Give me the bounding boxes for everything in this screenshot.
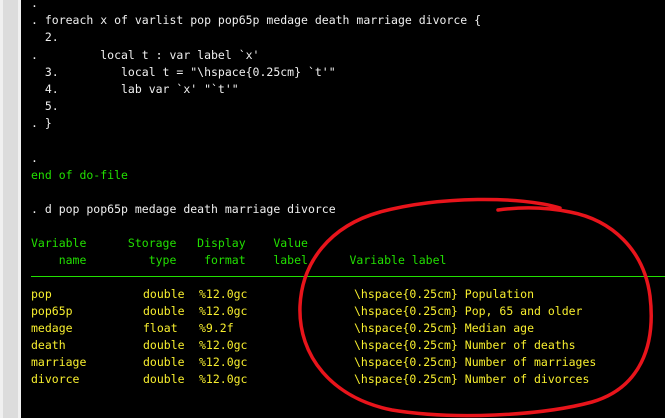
- var-type: float: [143, 321, 178, 335]
- var-label: \hspace{0.25cm} Number of marriages: [354, 355, 597, 369]
- command-line: . foreach x of varlist pop pop65p medage…: [31, 13, 482, 27]
- var-name: medage: [31, 321, 73, 335]
- table-header-row2: name type format label Variable label: [31, 253, 447, 267]
- command-line: 4. lab var `x' "`t'": [31, 82, 239, 96]
- command-line: . }: [31, 116, 52, 130]
- var-format: %12.0gc: [199, 338, 248, 352]
- command-line: .: [31, 151, 38, 165]
- var-type: double: [143, 287, 185, 301]
- var-label: \hspace{0.25cm} Median age: [354, 321, 535, 335]
- var-type: double: [143, 355, 185, 369]
- var-name: death: [31, 338, 66, 352]
- command-line: . local t : var label `x': [31, 48, 260, 62]
- vertical-scrollbar[interactable]: [0, 0, 21, 418]
- var-label: \hspace{0.25cm} Number of deaths: [354, 338, 576, 352]
- var-format: %12.0gc: [199, 287, 248, 301]
- table-header-row1: Variable Storage Display Value: [31, 236, 308, 250]
- var-name: pop: [31, 287, 52, 301]
- command-line: . d pop pop65p medage death marriage div…: [31, 202, 336, 216]
- var-format: %9.2f: [199, 321, 234, 335]
- scrollbar-thumb[interactable]: [3, 0, 18, 418]
- var-label: \hspace{0.25cm} Number of divorces: [354, 372, 590, 386]
- command-line: .: [31, 0, 38, 10]
- command-line: 2.: [31, 30, 59, 44]
- var-type: double: [143, 338, 185, 352]
- var-label: \hspace{0.25cm} Population: [354, 287, 535, 301]
- var-type: double: [143, 304, 185, 318]
- command-line: 5.: [31, 99, 59, 113]
- output-line: end of do-file: [31, 168, 128, 182]
- var-name: marriage: [31, 355, 87, 369]
- table-divider: [31, 276, 665, 277]
- var-type: double: [143, 372, 185, 386]
- var-name: pop65p: [31, 304, 73, 318]
- var-format: %12.0gc: [199, 372, 248, 386]
- command-line: 3. local t = "\hspace{0.25cm} `t'": [31, 65, 336, 79]
- var-label: \hspace{0.25cm} Pop, 65 and older: [354, 304, 583, 318]
- var-format: %12.0gc: [199, 355, 248, 369]
- var-format: %12.0gc: [199, 304, 248, 318]
- var-name: divorce: [31, 372, 80, 386]
